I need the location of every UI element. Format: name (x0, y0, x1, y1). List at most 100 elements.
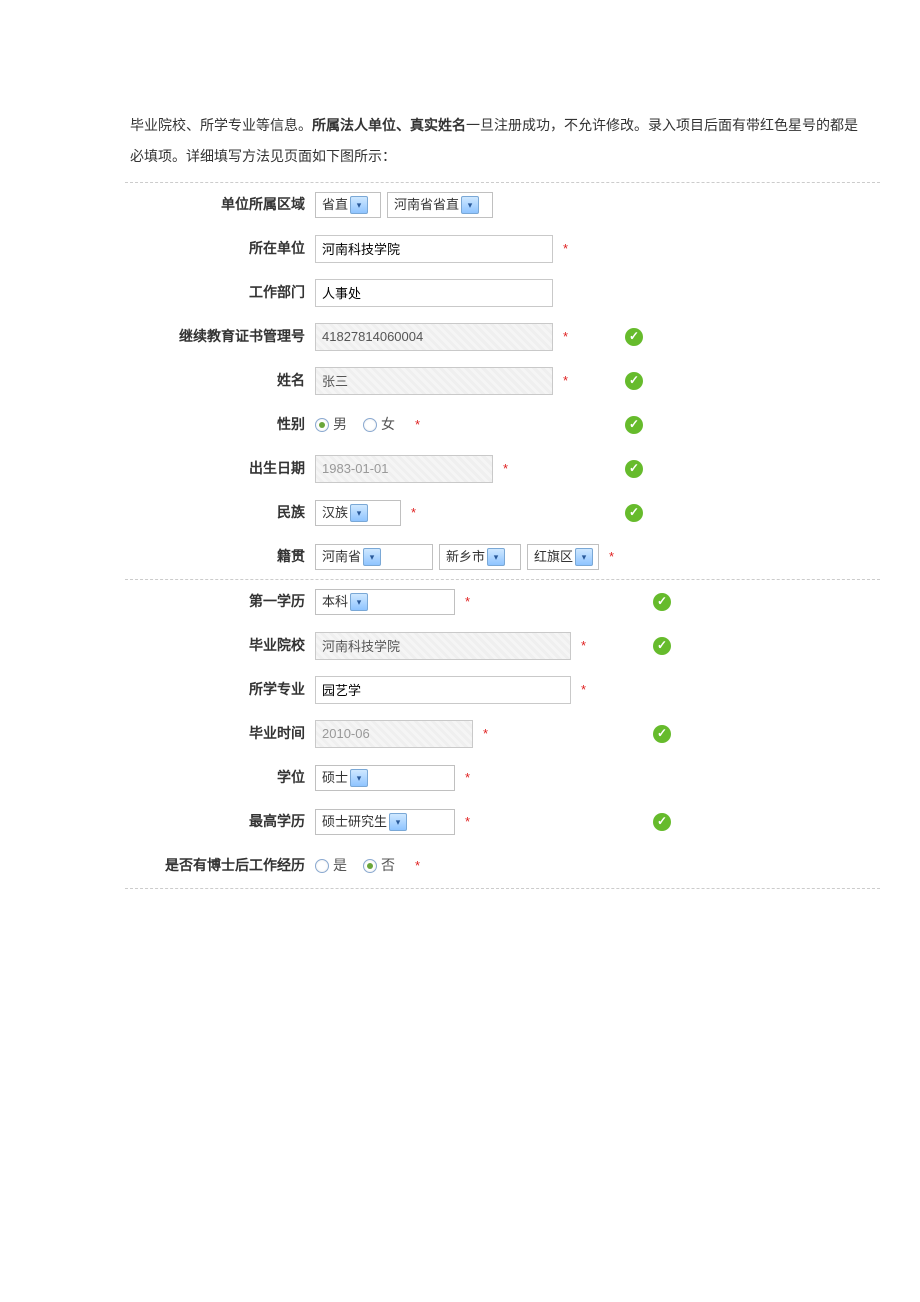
required-star: * (563, 325, 568, 348)
chevron-down-icon: ▾ (461, 196, 479, 214)
gradtime-input[interactable] (315, 720, 473, 748)
degree-select[interactable]: 硕士▾ (315, 765, 455, 791)
label-name: 姓名 (125, 368, 315, 393)
row-gender: 性别 男 女 * ✓ (125, 403, 880, 447)
label-unit: 所在单位 (125, 236, 315, 261)
radio-icon (363, 859, 377, 873)
check-icon: ✓ (653, 593, 671, 611)
check-icon: ✓ (653, 725, 671, 743)
major-input[interactable] (315, 676, 571, 704)
gender-female-label: 女 (381, 412, 395, 437)
name-input[interactable] (315, 367, 553, 395)
gender-male-label: 男 (333, 412, 347, 437)
check-icon: ✓ (625, 460, 643, 478)
label-highedu: 最高学历 (125, 809, 315, 834)
native-city-value: 新乡市 (446, 545, 485, 568)
region-select-1[interactable]: 省直▾ (315, 192, 381, 218)
label-gradtime: 毕业时间 (125, 721, 315, 746)
radio-icon (315, 859, 329, 873)
gender-male-option[interactable]: 男 (315, 412, 347, 437)
required-star: * (465, 590, 470, 613)
native-province-value: 河南省 (322, 545, 361, 568)
chevron-down-icon: ▾ (487, 548, 505, 566)
native-city-select[interactable]: 新乡市▾ (439, 544, 521, 570)
unit-input[interactable] (315, 235, 553, 263)
required-star: * (563, 369, 568, 392)
row-degree: 学位 硕士▾ * (125, 756, 880, 800)
check-icon: ✓ (653, 813, 671, 831)
native-district-select[interactable]: 红旗区▾ (527, 544, 599, 570)
row-school: 毕业院校 * ✓ (125, 624, 880, 668)
label-native: 籍贯 (125, 544, 315, 569)
native-district-value: 红旗区 (534, 545, 573, 568)
gender-female-option[interactable]: 女 (363, 412, 395, 437)
check-icon: ✓ (625, 504, 643, 522)
postdoc-yes-option[interactable]: 是 (315, 853, 347, 878)
birth-input[interactable] (315, 455, 493, 483)
chevron-down-icon: ▾ (350, 593, 368, 611)
intro-bold: 所属法人单位、真实姓名 (312, 117, 466, 133)
label-degree: 学位 (125, 765, 315, 790)
chevron-down-icon: ▾ (389, 813, 407, 831)
label-gender: 性别 (125, 412, 315, 437)
firstedu-select[interactable]: 本科▾ (315, 589, 455, 615)
row-nation: 民族 汉族▾ * ✓ (125, 491, 880, 535)
row-firstedu: 第一学历 本科▾ * ✓ (125, 580, 880, 624)
row-gradtime: 毕业时间 * ✓ (125, 712, 880, 756)
form-section-1: 单位所属区域 省直▾ 河南省省直▾ 所在单位 * 工作部门 继续教育证书管理号 … (125, 182, 880, 580)
chevron-down-icon: ▾ (363, 548, 381, 566)
label-major: 所学专业 (125, 677, 315, 702)
check-icon: ✓ (625, 328, 643, 346)
region-select-2-value: 河南省省直 (394, 193, 459, 216)
label-nation: 民族 (125, 500, 315, 525)
chevron-down-icon: ▾ (350, 769, 368, 787)
radio-icon (315, 418, 329, 432)
row-certno: 继续教育证书管理号 * ✓ (125, 315, 880, 359)
row-birth: 出生日期 * ✓ (125, 447, 880, 491)
postdoc-no-option[interactable]: 否 (363, 853, 395, 878)
row-dept: 工作部门 (125, 271, 880, 315)
check-icon: ✓ (625, 416, 643, 434)
dept-input[interactable] (315, 279, 553, 307)
postdoc-yes-label: 是 (333, 853, 347, 878)
certno-input[interactable] (315, 323, 553, 351)
label-firstedu: 第一学历 (125, 589, 315, 614)
region-select-1-value: 省直 (322, 193, 348, 216)
label-certno: 继续教育证书管理号 (125, 324, 315, 349)
required-star: * (609, 545, 614, 568)
required-star: * (503, 457, 508, 480)
row-unit: 所在单位 * (125, 227, 880, 271)
native-province-select[interactable]: 河南省▾ (315, 544, 433, 570)
degree-value: 硕士 (322, 766, 348, 789)
radio-icon (363, 418, 377, 432)
check-icon: ✓ (653, 637, 671, 655)
intro-prefix: 毕业院校、所学专业等信息。 (130, 117, 312, 133)
row-name: 姓名 * ✓ (125, 359, 880, 403)
row-native: 籍贯 河南省▾ 新乡市▾ 红旗区▾ * (125, 535, 880, 579)
required-star: * (563, 237, 568, 260)
required-star: * (581, 678, 586, 701)
postdoc-no-label: 否 (381, 853, 395, 878)
label-school: 毕业院校 (125, 633, 315, 658)
firstedu-value: 本科 (322, 590, 348, 613)
required-star: * (483, 722, 488, 745)
required-star: * (415, 854, 420, 877)
label-birth: 出生日期 (125, 456, 315, 481)
nation-select[interactable]: 汉族▾ (315, 500, 401, 526)
label-postdoc: 是否有博士后工作经历 (125, 853, 315, 878)
chevron-down-icon: ▾ (350, 196, 368, 214)
row-highedu: 最高学历 硕士研究生▾ * ✓ (125, 800, 880, 844)
required-star: * (415, 413, 420, 436)
region-select-2[interactable]: 河南省省直▾ (387, 192, 493, 218)
form-section-2: 第一学历 本科▾ * ✓ 毕业院校 * ✓ 所学专业 * 毕业时间 * ✓ 学位 (125, 580, 880, 889)
row-postdoc: 是否有博士后工作经历 是 否 * (125, 844, 880, 888)
highedu-value: 硕士研究生 (322, 810, 387, 833)
required-star: * (465, 810, 470, 833)
highedu-select[interactable]: 硕士研究生▾ (315, 809, 455, 835)
label-region: 单位所属区域 (125, 192, 315, 217)
nation-value: 汉族 (322, 501, 348, 524)
chevron-down-icon: ▾ (575, 548, 593, 566)
row-region: 单位所属区域 省直▾ 河南省省直▾ (125, 183, 880, 227)
required-star: * (411, 501, 416, 524)
school-input[interactable] (315, 632, 571, 660)
